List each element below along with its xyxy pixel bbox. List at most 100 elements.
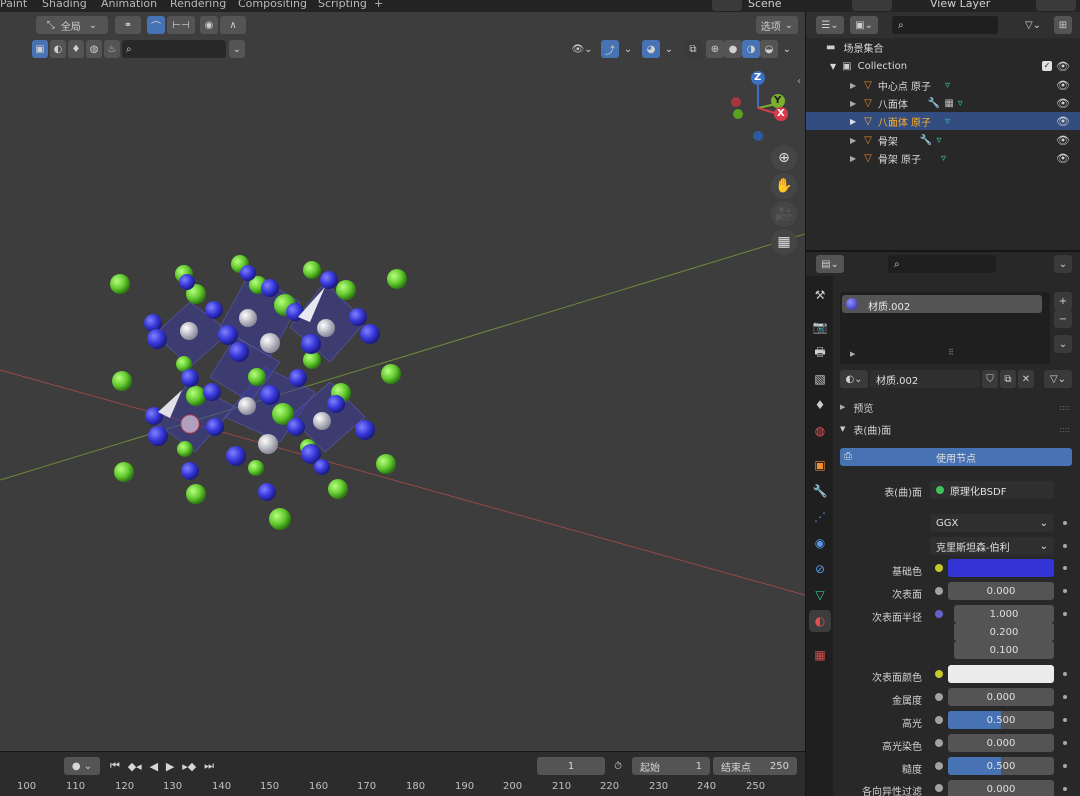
eye-icon[interactable]: 👁 [1056, 97, 1070, 110]
material-preview-icon[interactable]: ◑ [742, 40, 760, 58]
constraints-tab-icon[interactable]: ⊘ [809, 558, 831, 580]
end-frame-field[interactable]: 结束点 250 [713, 757, 797, 775]
expand-arrow-icon[interactable]: ▶ [850, 117, 856, 126]
material-specials-dropdown[interactable]: ⌄ [1054, 335, 1072, 353]
keyframe-dot[interactable] [1063, 764, 1067, 768]
unlink-material-icon[interactable]: ✕ [1018, 370, 1034, 388]
world-tab-icon[interactable]: ◍ [809, 420, 831, 442]
proportional-edit-toggle[interactable]: ◉ [200, 16, 218, 34]
outliner-search-input[interactable]: ⌕ [892, 16, 998, 34]
keyframe-dot[interactable] [1063, 672, 1067, 676]
3d-viewport[interactable]: ⤡ 全局 ⌄ ⚭ ⌒ ⊢⊣ ◉ ∧ 选项 ⌄ ▣ ◐ ♦ ◍ ♨ ⌕ ⌄ 👁⌄ … [0, 12, 805, 751]
filter-view-dropdown[interactable]: ▣⌄ [850, 16, 878, 34]
eye-icon[interactable]: 👁 [1056, 60, 1070, 73]
scene-browse-icon[interactable] [712, 0, 742, 11]
modifier-wrench-icon[interactable]: 🔧 [920, 135, 932, 146]
duplicate-material-icon[interactable]: ⧉ [1000, 370, 1016, 388]
wireframe-shading-icon[interactable]: ⊕ [706, 40, 724, 58]
perspective-grid-icon[interactable]: ▦ [771, 229, 797, 255]
browse-material-dropdown[interactable]: ◐⌄ [840, 370, 868, 388]
texture-tab-icon[interactable]: ▦ [809, 644, 831, 666]
keyframe-dot[interactable] [1063, 521, 1067, 525]
keyframe-dot[interactable] [1063, 787, 1067, 791]
render-icon[interactable]: ♨ [104, 40, 120, 58]
display-mode-dropdown[interactable]: ☰⌄ [816, 16, 844, 34]
subsurface-radius-x-field[interactable]: 1.000 [954, 605, 1054, 623]
scene-name-field[interactable]: Scene [748, 0, 782, 10]
expand-arrow-icon[interactable]: ▶ [850, 81, 856, 90]
properties-editor[interactable]: ▤⌄ ⌕ ⌄ ⚒ 📷 🖶 ▧ ♦ ◍ ▣ 🔧 ⋰ ◉ ⊘ ▽ ◐ ▦ 材质.00… [806, 252, 1080, 796]
falloff-dropdown[interactable]: ∧ [220, 16, 246, 34]
output-tab-icon[interactable]: 🖶 [809, 342, 831, 364]
properties-options-dropdown[interactable]: ⌄ [1054, 255, 1072, 273]
visibility-dropdown[interactable]: 👁⌄ [568, 40, 596, 58]
add-material-slot-button[interactable]: + [1054, 292, 1072, 310]
expand-arrow-icon[interactable]: ▶ [850, 99, 856, 108]
shading-dropdown[interactable]: ⌄ [780, 40, 794, 58]
snap-toggle[interactable]: ⌒ [147, 16, 165, 34]
roughness-slider[interactable]: 0.500 [948, 757, 1054, 775]
overlay-dropdown[interactable]: ⌄ [662, 40, 676, 58]
area-divider[interactable] [806, 250, 1080, 252]
camera-view-icon[interactable]: 🎥 [771, 201, 797, 227]
viewport-options-dropdown[interactable]: 选项 ⌄ [756, 16, 798, 34]
outliner-item[interactable]: ▶ ▽ 骨架 🔧 ▿ 👁 [806, 131, 1080, 149]
anisotropic-field[interactable]: 0.000 [948, 780, 1054, 796]
object-tab-icon[interactable]: ▣ [809, 454, 831, 476]
remove-material-slot-button[interactable]: − [1054, 310, 1072, 328]
viewport-search-input[interactable]: ⌕ [122, 40, 226, 58]
properties-search-input[interactable]: ⌕ [888, 255, 996, 273]
filter-dropdown[interactable]: ⌄ [229, 40, 245, 58]
tab-rendering[interactable]: Rendering [170, 0, 226, 10]
outliner-item[interactable]: ▶ ▽ 骨架 原子 ▿ 👁 [806, 149, 1080, 167]
start-frame-field[interactable]: 起始 1 [632, 757, 710, 775]
mesh-data-icon[interactable]: ▿ [945, 116, 950, 127]
gizmo-dropdown[interactable]: ⌄ [621, 40, 635, 58]
link-type-dropdown[interactable]: ▽⌄ [1044, 370, 1072, 388]
subsurface-radius-z-field[interactable]: 0.100 [954, 641, 1054, 659]
physics-tab-icon[interactable]: ◉ [809, 532, 831, 554]
expand-arrow-icon[interactable]: ▶ [850, 154, 856, 163]
eye-icon[interactable]: 👁 [1056, 134, 1070, 147]
tab-shading[interactable]: Shading [42, 0, 87, 10]
tab-animation[interactable]: Animation [101, 0, 157, 10]
specular-slider[interactable]: 0.500 [948, 711, 1054, 729]
editor-type-dropdown[interactable]: ▤⌄ [816, 255, 844, 273]
mesh-data-icon[interactable]: ▿ [936, 135, 941, 146]
subsurface-color-swatch[interactable] [948, 665, 1054, 683]
tab-scripting[interactable]: Scripting [318, 0, 367, 10]
gizmo-toggle[interactable]: ⤴ [601, 40, 619, 58]
prev-keyframe-icon[interactable]: ◆◂ [128, 760, 142, 773]
scene-collection-row[interactable]: ▬ 场景集合 [806, 38, 1080, 56]
keyframe-dot[interactable] [1063, 566, 1067, 570]
outliner-item[interactable]: ▶ ▽ 八面体 🔧 ▦ ▿ 👁 [806, 94, 1080, 112]
jump-end-icon[interactable]: ⏭ [204, 759, 214, 773]
expand-arrow-icon[interactable]: ▶ [850, 350, 855, 358]
xray-toggle[interactable]: ⧉ [684, 40, 702, 58]
overlay-toggle[interactable]: ◕ [642, 40, 660, 58]
outliner-item[interactable]: ▶ ▽ 中心点 原子 ▿ 👁 [806, 76, 1080, 94]
play-reverse-icon[interactable]: ◀ [150, 760, 158, 773]
pivot-point-button[interactable]: ⚭ [115, 16, 141, 34]
modifier-tab-icon[interactable]: 🔧 [809, 480, 831, 502]
shading-mode-icon[interactable]: ◐ [50, 40, 66, 58]
next-keyframe-icon[interactable]: ▸◆ [182, 760, 196, 773]
snap-target-dropdown[interactable]: ⊢⊣ [167, 16, 195, 34]
transform-orientation-dropdown[interactable]: ⤡ 全局 ⌄ [36, 16, 108, 34]
crystal-structure-model[interactable] [100, 242, 430, 542]
material-slot-list[interactable]: 材质.002 ▶ ⠿ [840, 292, 1050, 364]
stopwatch-icon[interactable]: ⏱ [609, 757, 627, 775]
expand-arrow-icon[interactable]: ▼ [830, 62, 836, 71]
particles-tab-icon[interactable]: ⋰ [809, 506, 831, 528]
add-workspace-button[interactable]: + [374, 0, 383, 10]
subsurface-radius-y-field[interactable]: 0.200 [954, 623, 1054, 641]
keyframe-dot[interactable] [1063, 741, 1067, 745]
tab-compositing[interactable]: Compositing [238, 0, 307, 10]
filter-icon[interactable]: ▽⌄ [1018, 16, 1048, 34]
select-box-icon[interactable]: ▣ [32, 40, 48, 58]
resize-grip-icon[interactable]: ⠿ [948, 348, 954, 357]
fake-user-shield-icon[interactable]: ⛉ [982, 370, 998, 388]
subsurface-field[interactable]: 0.000 [948, 582, 1054, 600]
data-tab-icon[interactable]: ▽ [809, 584, 831, 606]
outliner[interactable]: ☰⌄ ▣⌄ ⌕ ▽⌄ ⊞ ▬ 场景集合 ▼ ▣ Collection ✓ 👁 ▶… [806, 12, 1080, 250]
